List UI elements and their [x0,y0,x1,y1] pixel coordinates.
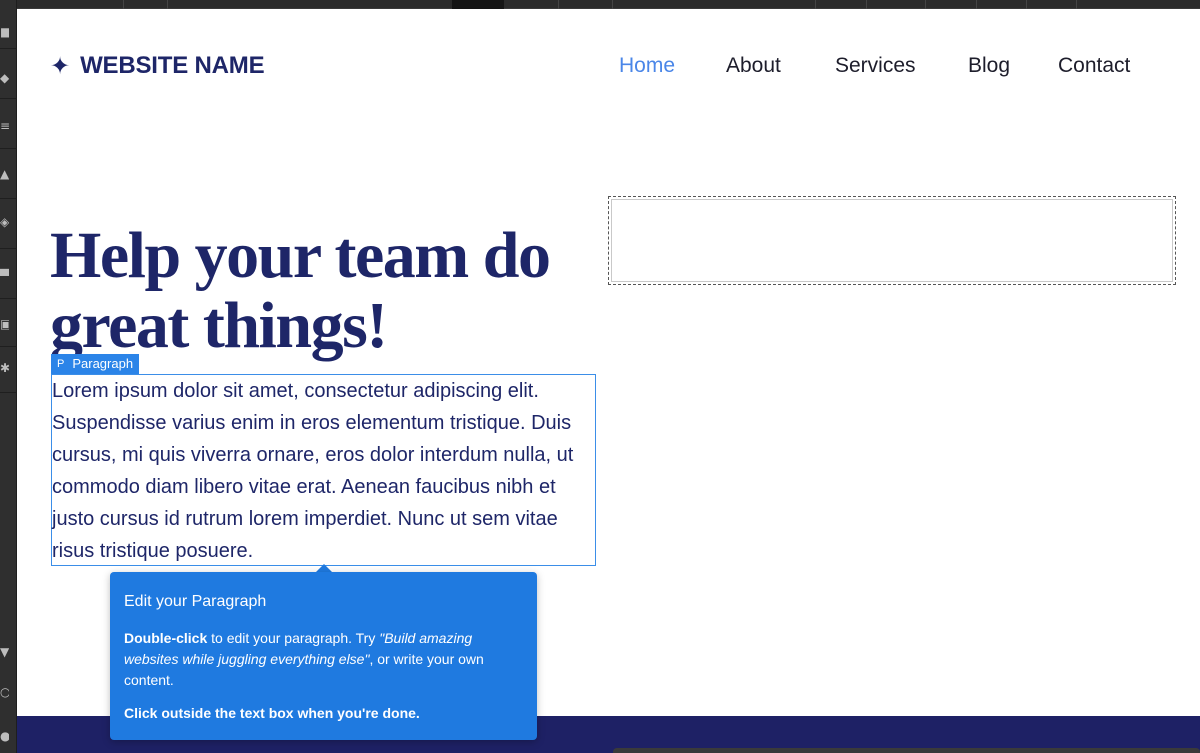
toolbar-divider [1026,0,1027,9]
toolbar-divider [0,198,17,199]
empty-element-placeholder[interactable] [608,196,1176,285]
help-icon[interactable]: ● [0,728,9,744]
settings-icon[interactable]: ✱ [0,360,9,376]
canvas-scrollbar[interactable] [613,748,1200,753]
toolbar-divider [925,0,926,9]
pages-icon[interactable]: ▲ [0,166,9,182]
toolbar-divider [976,0,977,9]
toolbar-divider [123,0,124,9]
layers-icon[interactable]: ◈ [0,214,9,230]
toolbar-divider [0,98,17,99]
tooltip-body-bold: Double-click [124,630,208,646]
toolbar-divider [0,392,17,393]
toolbar-divider [0,148,17,149]
toolbar-divider [0,298,17,299]
toolbar-divider [558,0,559,9]
selection-tag-label: Paragraph [72,356,134,371]
nav-link-blog[interactable]: Blog [968,52,1010,82]
search-icon[interactable]: ○ [0,684,9,700]
nav-link-home[interactable]: Home [619,52,675,82]
toolbar-divider [0,248,17,249]
tooltip-body: Double-click to edit your paragraph. Try… [124,628,523,691]
nav-link-contact[interactable]: Contact [1058,52,1130,82]
tooltip-body-text: to edit your paragraph. Try [207,630,380,646]
design-canvas[interactable]: ✦ WEBSITE NAME Home About Services Blog … [17,9,1200,753]
brand-name: WEBSITE NAME [80,52,265,79]
toolbar-divider [612,0,613,9]
editor-top-toolbar [0,0,1200,9]
editor-left-toolbar: ■ ◆ ≡ ▲ ◈ ▀ ▣ ✱ ▼ ○ ● [0,0,17,753]
paint-roller-icon[interactable]: ▀ [0,268,9,284]
image-icon[interactable]: ▣ [0,316,9,332]
toolbar-divider [815,0,816,9]
bookmark-icon[interactable]: ▼ [0,644,9,660]
toolbar-divider [866,0,867,9]
paragraph-type-icon: P [57,358,65,370]
add-element-icon[interactable]: ■ [0,24,9,40]
site-brand[interactable]: ✦ WEBSITE NAME [50,51,265,81]
tooltip-title: Edit your Paragraph [124,593,267,610]
navigator-icon[interactable]: ≡ [0,118,9,134]
nav-link-services[interactable]: Services [835,52,916,82]
edit-paragraph-tooltip: Edit your Paragraph Double-click to edit… [110,572,537,740]
toolbar-active-segment[interactable] [452,0,504,9]
toolbar-divider [167,0,168,9]
sparkle-star-icon: ✦ [50,52,71,80]
toolbar-divider [0,346,17,347]
nav-link-about[interactable]: About [726,52,781,82]
selection-tag[interactable]: P Paragraph [51,354,140,374]
cube-icon[interactable]: ◆ [0,70,9,86]
hero-paragraph[interactable]: Lorem ipsum dolor sit amet, consectetur … [51,374,596,566]
toolbar-divider [0,48,17,49]
hero-heading[interactable]: Help your team do great things! [50,221,610,361]
tooltip-footer: Click outside the text box when you're d… [124,705,420,721]
toolbar-divider [1076,0,1077,9]
placeholder-inner-frame [611,199,1173,282]
